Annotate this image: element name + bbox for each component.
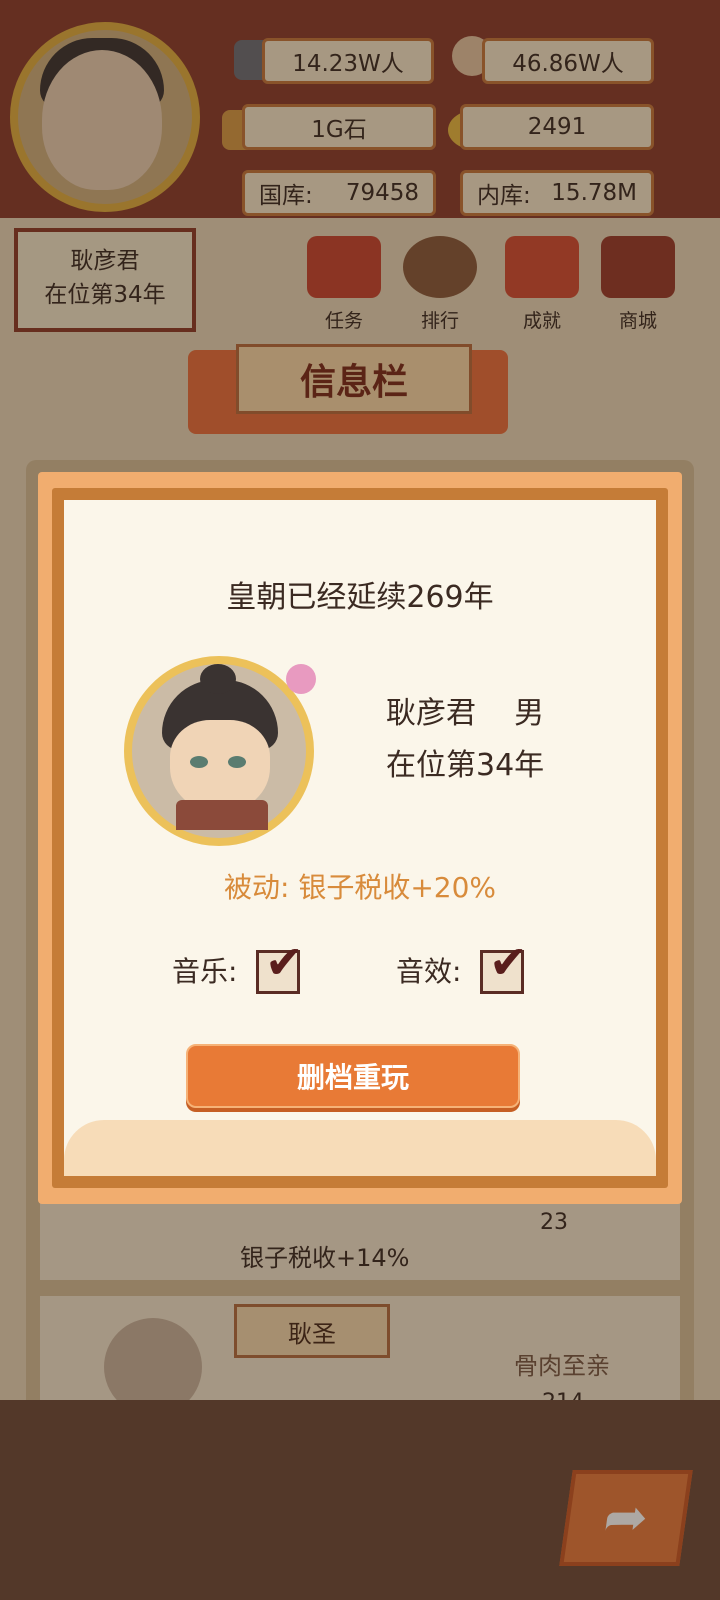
sfx-checkbox[interactable]: ✔ <box>480 939 528 994</box>
delete-save-restart-button[interactable]: 删档重玩 <box>186 1044 520 1108</box>
avatar-left-eye <box>190 756 208 768</box>
sfx-label: 音效: <box>396 955 462 988</box>
avatar-right-eye <box>228 756 246 768</box>
avatar-robe <box>176 800 268 830</box>
ruler-name-gender: 耿彦君 男 <box>386 696 545 731</box>
passive-bonus: 被动: 银子税收+20% <box>223 871 497 904</box>
music-checkbox[interactable]: ✔ <box>256 939 304 994</box>
heart-icon <box>286 664 316 694</box>
music-label: 音乐: <box>172 955 238 988</box>
dynasty-duration: 皇朝已经延续269年 <box>226 580 494 615</box>
checkmark-icon: ✔ <box>489 935 528 989</box>
checkmark-icon: ✔ <box>265 935 304 989</box>
modal-avatar-bun <box>200 664 236 694</box>
ruler-reign-years: 在位第34年 <box>386 748 545 783</box>
cloud-decoration <box>64 1120 656 1176</box>
modal-avatar-face <box>170 720 270 812</box>
